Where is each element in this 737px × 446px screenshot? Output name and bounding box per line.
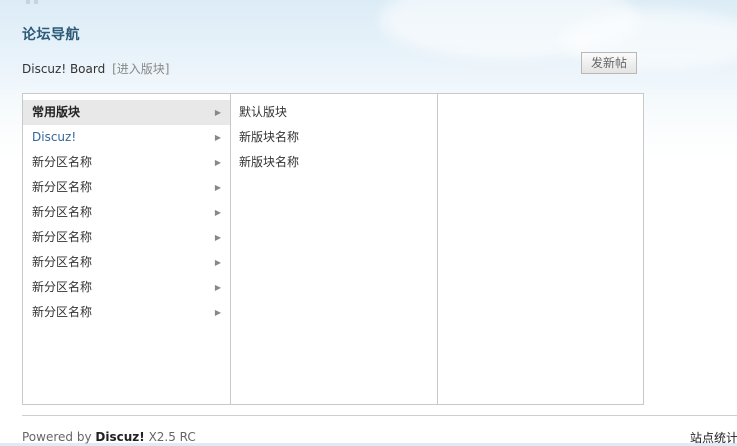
triangle-right-icon: ▶ xyxy=(214,183,221,192)
category-item[interactable]: 常用版块 ▶ xyxy=(23,100,230,125)
category-label: 新分区名称 xyxy=(32,305,93,319)
category-item[interactable]: 新分区名称 ▶ xyxy=(23,250,230,275)
triangle-right-icon: ▶ xyxy=(214,108,221,117)
category-item[interactable]: 新分区名称 ▶ xyxy=(23,150,230,175)
top-decoration xyxy=(26,0,40,5)
enter-board-link[interactable]: [进入版块] xyxy=(112,62,169,76)
category-item[interactable]: 新分区名称 ▶ xyxy=(23,175,230,200)
triangle-right-icon: ▶ xyxy=(214,283,221,292)
page-title: 论坛导航 xyxy=(22,27,80,43)
category-column: 常用版块 ▶ Discuz! ▶ 新分区名称 ▶ 新分区名称 ▶ 新分区名称 ▶ 新分区名称 ▶ 新分区… xyxy=(23,94,231,404)
category-label: 新分区名称 xyxy=(32,280,93,294)
board-name: Discuz! Board xyxy=(22,62,106,76)
footer-divider xyxy=(22,415,737,416)
powered-prefix: Powered by xyxy=(22,430,92,444)
site-stats-link[interactable]: 站点统计 xyxy=(690,429,737,446)
category-item[interactable]: 新分区名称 ▶ xyxy=(23,225,230,250)
triangle-right-icon: ▶ xyxy=(214,233,221,242)
forum-column: 默认版块 新版块名称 新版块名称 xyxy=(231,94,438,404)
category-item[interactable]: 新分区名称 ▶ xyxy=(23,200,230,225)
triangle-right-icon: ▶ xyxy=(214,158,221,167)
category-label: 新分区名称 xyxy=(32,180,93,194)
category-list: 常用版块 ▶ Discuz! ▶ 新分区名称 ▶ 新分区名称 ▶ 新分区名称 ▶ 新分区名称 ▶ 新分区… xyxy=(23,94,230,325)
forum-item[interactable]: 默认版块 xyxy=(231,100,437,125)
triangle-right-icon: ▶ xyxy=(214,258,221,267)
powered-by: Powered by Discuz! X2.5 RC xyxy=(22,430,196,444)
subforum-column xyxy=(438,94,643,404)
forum-list: 默认版块 新版块名称 新版块名称 xyxy=(231,94,437,175)
forum-item[interactable]: 新版块名称 xyxy=(231,150,437,175)
triangle-right-icon: ▶ xyxy=(214,133,221,142)
triangle-right-icon: ▶ xyxy=(214,208,221,217)
powered-brand-link[interactable]: Discuz! xyxy=(95,430,144,444)
new-post-button[interactable]: 发新帖 xyxy=(581,52,637,74)
category-item[interactable]: 新分区名称 ▶ xyxy=(23,300,230,325)
category-label: 常用版块 xyxy=(32,105,81,119)
board-line: Discuz! Board [进入版块] xyxy=(22,60,169,77)
powered-version: X2.5 RC xyxy=(148,430,196,444)
category-item[interactable]: 新分区名称 ▶ xyxy=(23,275,230,300)
triangle-right-icon: ▶ xyxy=(214,308,221,317)
category-label: 新分区名称 xyxy=(32,205,93,219)
forum-item[interactable]: 新版块名称 xyxy=(231,125,437,150)
category-item[interactable]: Discuz! ▶ xyxy=(23,125,230,150)
category-label: 新分区名称 xyxy=(32,155,93,169)
forum-nav-panel: 常用版块 ▶ Discuz! ▶ 新分区名称 ▶ 新分区名称 ▶ 新分区名称 ▶ 新分区名称 ▶ 新分区… xyxy=(22,93,644,405)
category-label: 新分区名称 xyxy=(32,230,93,244)
category-label: Discuz! xyxy=(32,130,77,144)
category-label: 新分区名称 xyxy=(32,255,93,269)
